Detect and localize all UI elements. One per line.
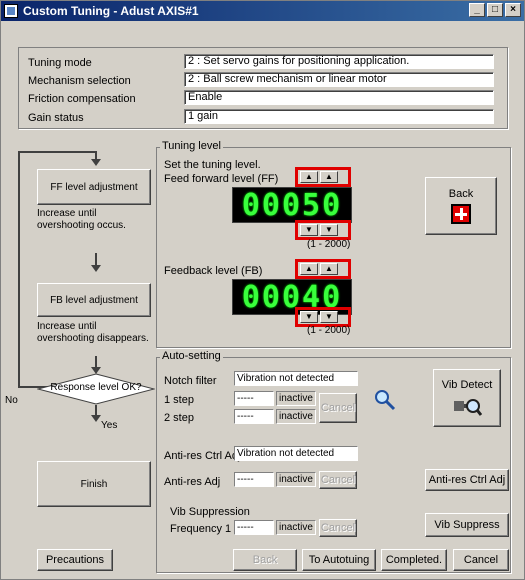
ff-range: (1 - 2000) <box>307 239 351 250</box>
antires-state: inactive <box>276 472 316 487</box>
antires-adj-label: Anti-res Adj <box>164 476 221 488</box>
step1-value: ----- <box>234 391 274 406</box>
frequency1-label: Frequency 1 <box>170 523 232 535</box>
antires-status-field: Vibration not detected <box>234 446 358 461</box>
ff-up-arrow-button-2[interactable]: ▲ <box>320 171 338 183</box>
ff-down-arrow-button-2[interactable]: ▼ <box>320 224 338 236</box>
antires-cancel-button[interactable]: Cancel <box>319 471 357 489</box>
step2-label: 2 step <box>164 412 194 424</box>
fb-down-arrow-button-2[interactable]: ▼ <box>320 311 338 323</box>
step2-value: ----- <box>234 409 274 424</box>
vib-suppression-label: Vib Suppression <box>170 506 250 518</box>
mechanism-selection-label: Mechanism selection <box>28 75 131 87</box>
fb-up-arrow-button[interactable]: ▲ <box>300 263 318 275</box>
ff-note: Increase until overshooting occus. <box>37 208 126 231</box>
tuning-level-legend: Tuning level <box>160 140 223 152</box>
notch-status-field: Vibration not detected <box>234 371 358 386</box>
back-large-label: Back <box>448 188 474 200</box>
ff-down-arrow-button[interactable]: ▼ <box>300 224 318 236</box>
notch-cancel-button[interactable]: Cancel <box>319 393 357 423</box>
antires-ctrl-label: Anti-res Ctrl Adj <box>164 450 241 462</box>
finish-box: Finish <box>37 461 151 507</box>
vib-detect-button[interactable]: Vib Detect <box>433 369 501 427</box>
vib-detect-label: Vib Detect <box>441 379 493 391</box>
flow-arrow-2 <box>91 265 101 272</box>
cancel-button[interactable]: Cancel <box>453 549 509 571</box>
ff-up-arrow-button[interactable]: ▲ <box>300 171 318 183</box>
step1-label: 1 step <box>164 394 194 406</box>
maximize-button[interactable]: □ <box>487 3 503 17</box>
ff-level-adjustment-box: FF level adjustment <box>37 169 151 205</box>
fb-range: (1 - 2000) <box>307 325 351 336</box>
friction-compensation-value: Enable <box>184 90 494 105</box>
notch-filter-label: Notch filter <box>164 375 217 387</box>
minimize-button[interactable]: _ <box>469 3 485 17</box>
custom-tuning-window: Custom Tuning - Adust AXIS#1 _ □ × Tunin… <box>0 0 525 580</box>
tuning-mode-value: 2 : Set servo gains for positioning appl… <box>184 54 494 69</box>
back-large-button[interactable]: Back <box>425 177 497 235</box>
decision-label: Response level OK? <box>50 382 142 393</box>
back-button[interactable]: Back <box>233 549 297 571</box>
precautions-button[interactable]: Precautions <box>37 549 113 571</box>
mechanism-selection-value: 2 : Ball screw mechanism or linear motor <box>184 72 494 87</box>
magnifier-icon <box>375 390 396 411</box>
vib-detect-icon <box>454 399 482 416</box>
to-autotuning-button[interactable]: To Autotuing <box>302 549 376 571</box>
red-cross-icon <box>451 204 471 224</box>
no-label: No <box>5 395 18 406</box>
flow-loop-top <box>18 151 96 153</box>
ff-level-label: Feed forward level (FF) <box>164 173 279 185</box>
fb-down-arrow-button[interactable]: ▼ <box>300 311 318 323</box>
gain-status-label: Gain status <box>28 112 84 124</box>
fb-note: Increase until overshooting disappears. <box>37 321 149 344</box>
completed-button[interactable]: Completed. <box>381 549 447 571</box>
step1-state: inactive <box>276 391 316 406</box>
yes-label: Yes <box>101 420 118 431</box>
flow-arrow-4 <box>91 415 101 422</box>
friction-compensation-label: Friction compensation <box>28 93 136 105</box>
tuning-instruction: Set the tuning level. <box>164 159 261 171</box>
ff-level-display: 00050 <box>232 187 352 223</box>
antires-ctrl-adj-button[interactable]: Anti-res Ctrl Adj <box>425 469 509 491</box>
title-bar[interactable]: Custom Tuning - Adust AXIS#1 _ □ × <box>1 1 524 21</box>
frequency1-state: inactive <box>276 520 316 535</box>
auto-setting-legend: Auto-setting <box>160 350 223 362</box>
frequency1-cancel-button[interactable]: Cancel <box>319 519 357 537</box>
flow-loop-left <box>18 151 20 387</box>
window-title: Custom Tuning - Adust AXIS#1 <box>23 4 199 18</box>
tuning-mode-label: Tuning mode <box>28 57 92 69</box>
fb-level-adjustment-box: FB level adjustment <box>37 283 151 317</box>
antires-value: ----- <box>234 472 274 487</box>
vib-suppress-button[interactable]: Vib Suppress <box>425 513 509 537</box>
flow-arrow-1 <box>91 159 101 166</box>
app-icon <box>4 4 18 18</box>
fb-level-label: Feedback level (FB) <box>164 265 263 277</box>
step2-state: inactive <box>276 409 316 424</box>
frequency1-value: ----- <box>234 520 274 535</box>
gain-status-value: 1 gain <box>184 109 494 124</box>
close-button[interactable]: × <box>505 3 521 17</box>
fb-up-arrow-button-2[interactable]: ▲ <box>320 263 338 275</box>
